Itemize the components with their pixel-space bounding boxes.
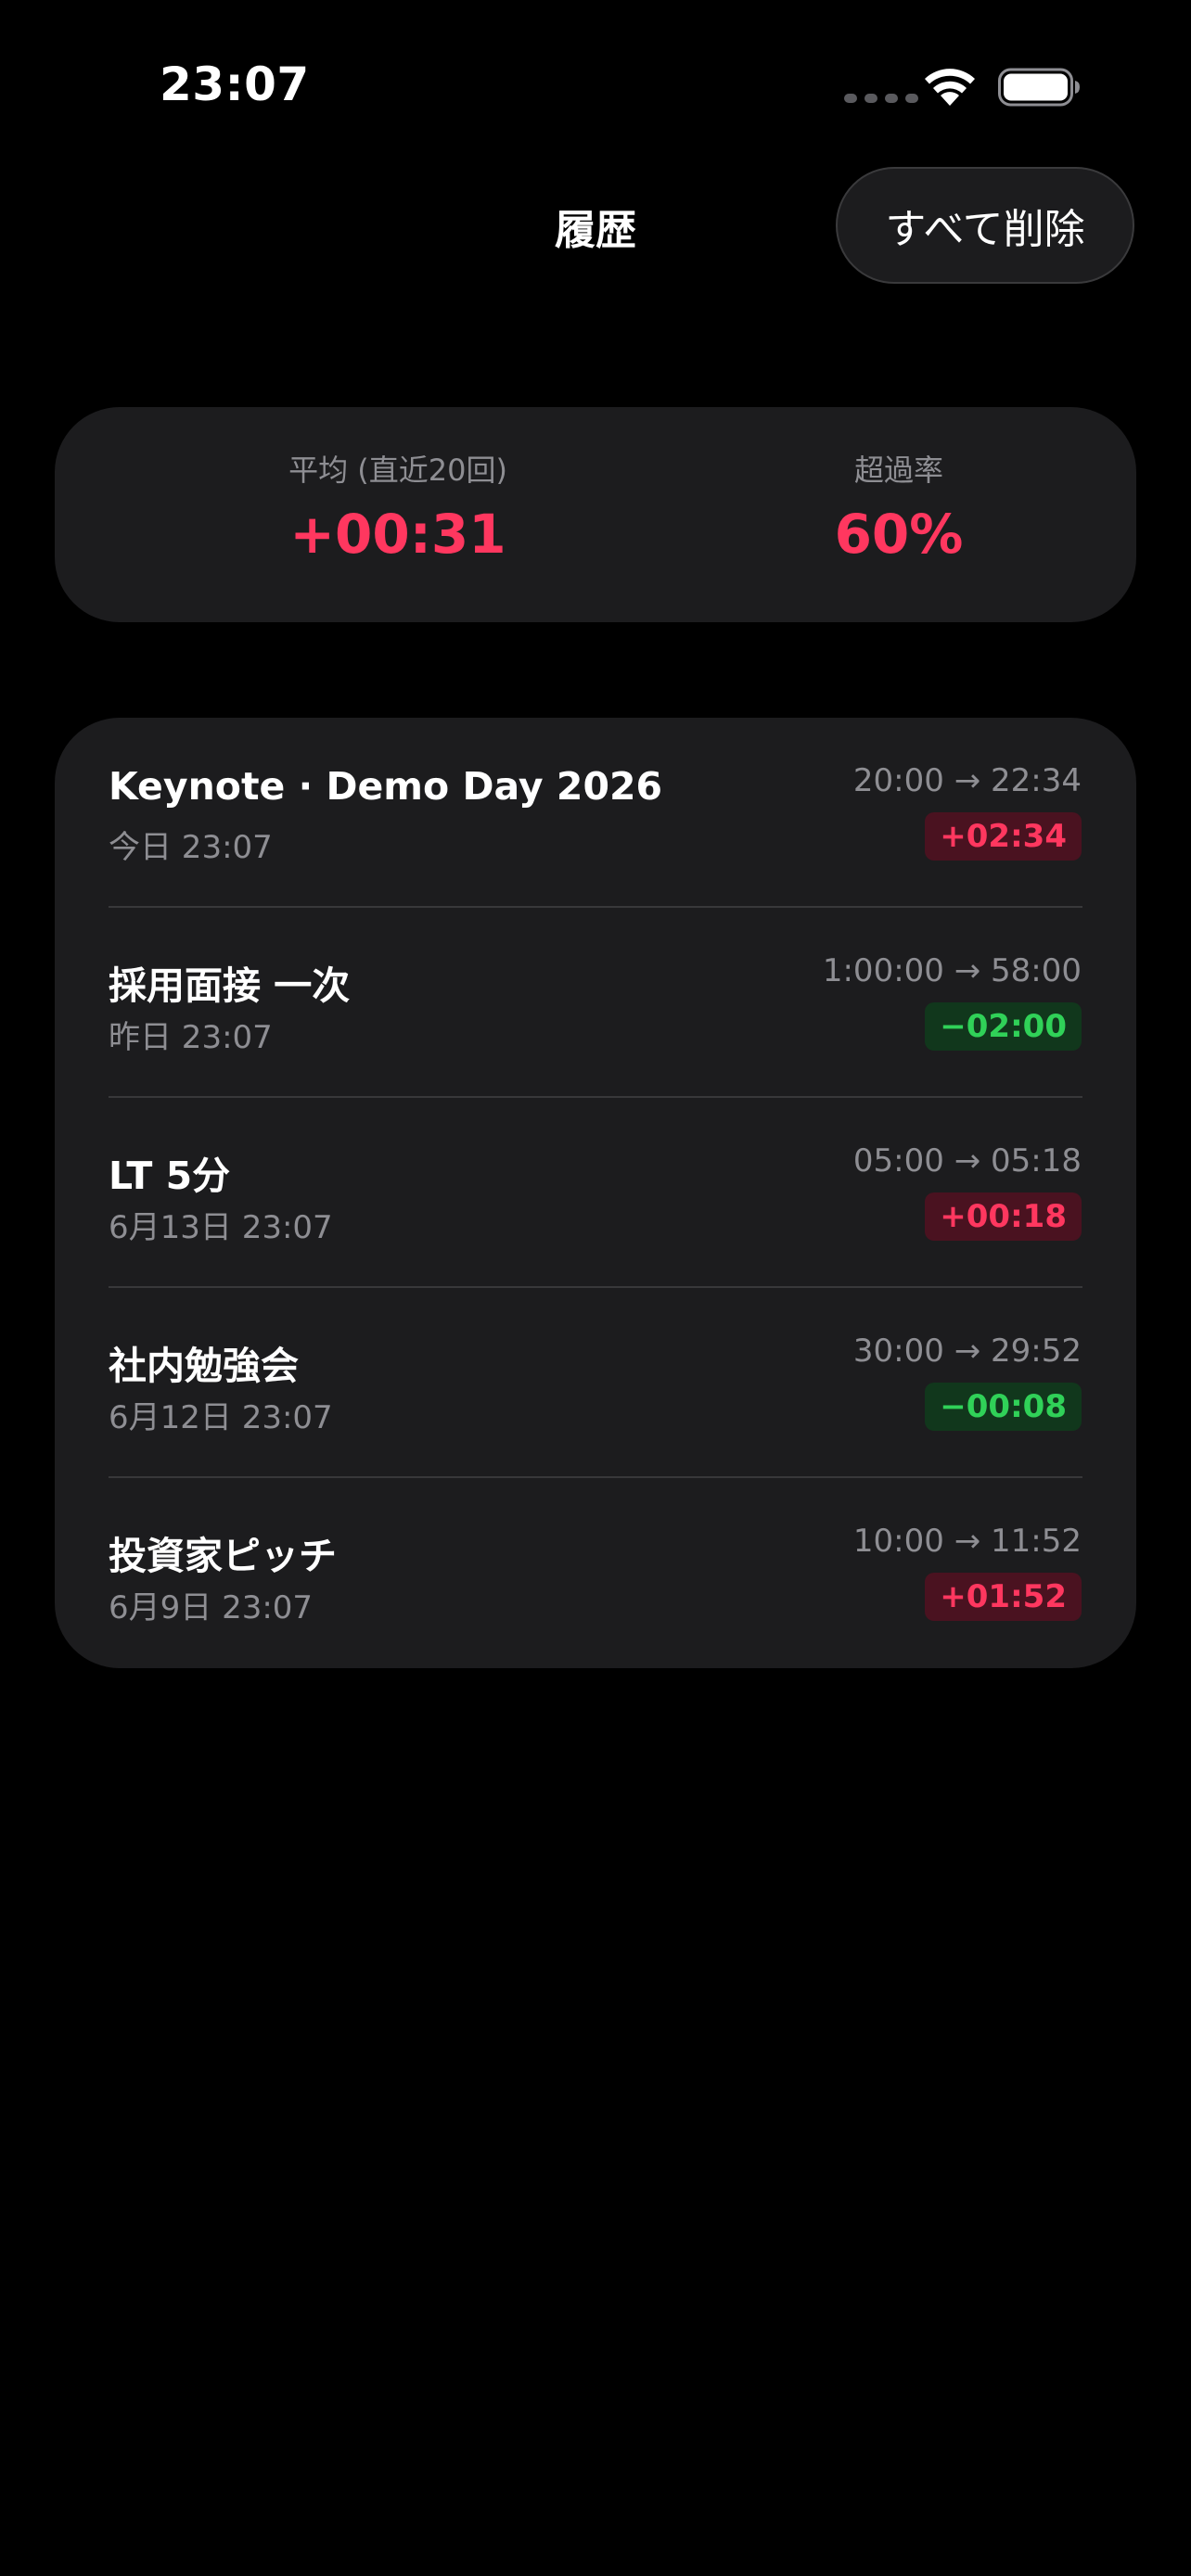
history-row[interactable]: LT 5分 6月13日 23:07 05:00 → 05:18 +00:18 [55, 1098, 1136, 1288]
session-title: LT 5分 [109, 1154, 231, 1198]
session-date: 昨日 23:07 [109, 1019, 273, 1056]
average-label: 平均 (直近20回) [288, 453, 507, 488]
session-times: 05:00 → 05:18 [852, 1142, 1082, 1180]
diff-badge: −02:00 [925, 1002, 1082, 1051]
summary-card: 平均 (直近20回) +00:31 超過率 60% [55, 407, 1136, 622]
history-row[interactable]: 社内勉強会 6月12日 23:07 30:00 → 29:52 −00:08 [55, 1288, 1136, 1478]
diff-badge: −00:08 [925, 1383, 1082, 1431]
status-bar: 23:07 [0, 0, 1191, 167]
signal-icon [844, 94, 918, 103]
diff-badge: +00:18 [925, 1192, 1082, 1241]
session-times: 10:00 → 11:52 [852, 1523, 1082, 1560]
overrun-stat: 超過率 60% [667, 455, 1131, 561]
history-row[interactable]: 投資家ピッチ 6月9日 23:07 10:00 → 11:52 +01:52 [55, 1478, 1136, 1668]
status-time: 23:07 [160, 57, 310, 111]
delete-all-button[interactable]: すべて削除 [836, 167, 1134, 284]
battery-icon [998, 68, 1080, 107]
session-times: 1:00:00 → 58:00 [822, 952, 1082, 989]
diff-badge: +02:34 [925, 812, 1082, 861]
session-title: Keynote · Demo Day 2026 [109, 764, 663, 809]
session-date: 6月13日 23:07 [109, 1209, 333, 1246]
wifi-icon [925, 69, 975, 106]
session-date: 6月9日 23:07 [109, 1589, 314, 1626]
overrun-label: 超過率 [853, 453, 943, 488]
session-title: 採用面接 一次 [109, 963, 351, 1008]
session-date: 6月12日 23:07 [109, 1399, 333, 1436]
session-date: 今日 23:07 [109, 829, 273, 866]
average-stat: 平均 (直近20回) +00:31 [166, 455, 630, 561]
diff-badge: +01:52 [925, 1573, 1082, 1621]
history-list: Keynote · Demo Day 2026 今日 23:07 20:00 →… [55, 718, 1136, 1668]
session-times: 30:00 → 29:52 [852, 1333, 1082, 1370]
session-title: 投資家ピッチ [109, 1534, 337, 1578]
average-value: +00:31 [289, 503, 506, 566]
history-row[interactable]: Keynote · Demo Day 2026 今日 23:07 20:00 →… [55, 718, 1136, 908]
overrun-value: 60% [834, 503, 964, 566]
history-row[interactable]: 採用面接 一次 昨日 23:07 1:00:00 → 58:00 −02:00 [55, 908, 1136, 1098]
session-times: 20:00 → 22:34 [852, 762, 1082, 799]
session-title: 社内勉強会 [109, 1344, 299, 1388]
